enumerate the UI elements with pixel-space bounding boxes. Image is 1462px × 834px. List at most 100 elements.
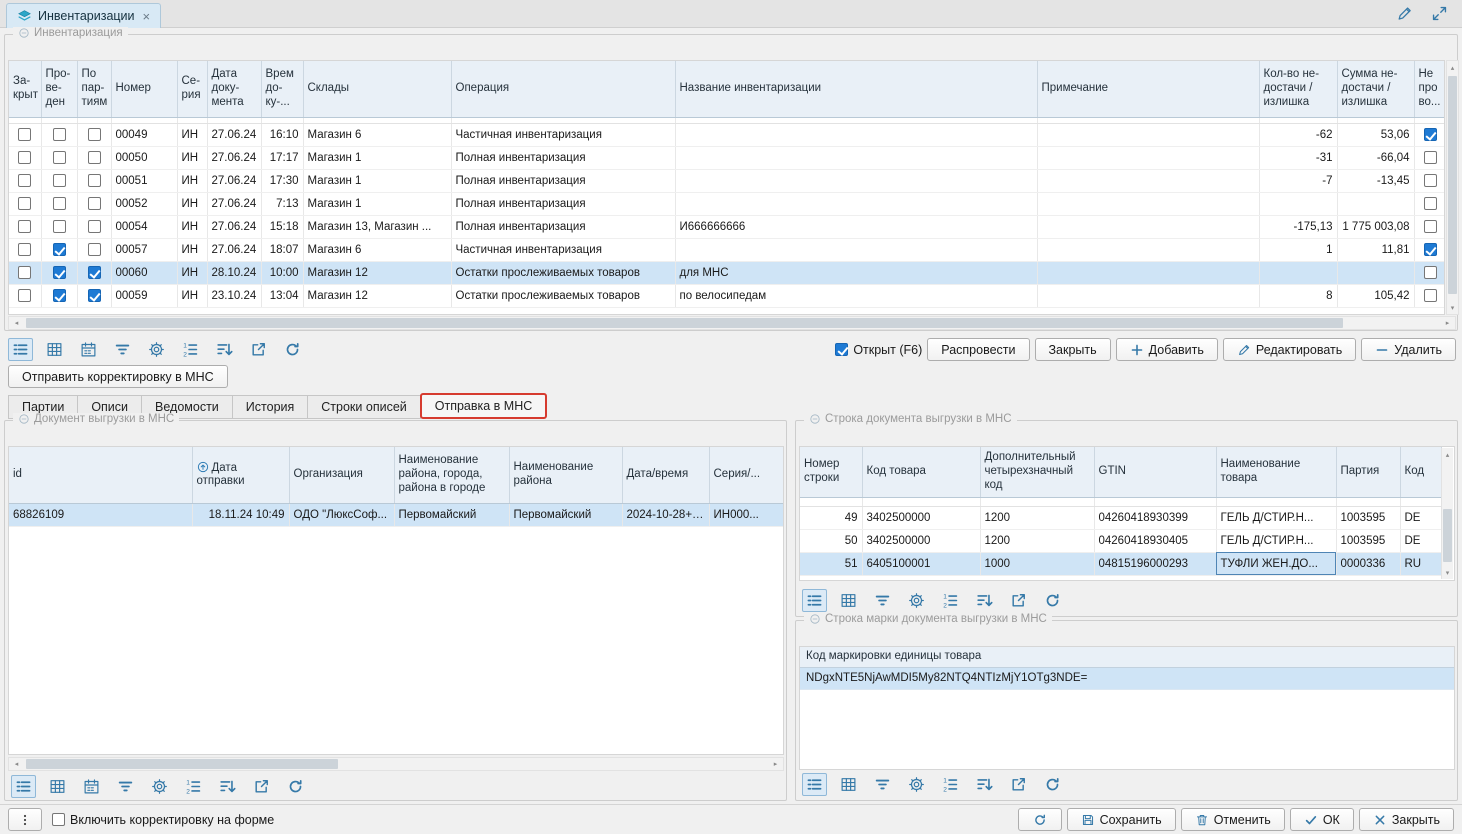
cell-number[interactable]: 00049 — [111, 123, 177, 146]
filter-button[interactable] — [870, 589, 895, 612]
column-header-org[interactable]: Организация — [289, 447, 394, 503]
closed-checkbox[interactable] — [18, 289, 31, 302]
cell-doc_time[interactable]: 17:17 — [261, 146, 303, 169]
settings-button[interactable] — [904, 773, 929, 796]
table-row[interactable]: 493402500000120004260418930399ГЕЛЬ Д/СТИ… — [800, 506, 1441, 529]
cell-operation[interactable]: Остатки прослеживаемых товаров — [451, 284, 675, 307]
cell-inv_name[interactable]: И666666666 — [675, 215, 1037, 238]
unpost-button[interactable]: Распровести — [927, 338, 1029, 361]
cell-country_code[interactable]: DE — [1400, 506, 1441, 529]
cell-org[interactable]: ОДО "ЛюксСоф... — [289, 503, 394, 526]
closed-checkbox[interactable] — [18, 266, 31, 279]
column-header-gtin[interactable]: GTIN — [1094, 447, 1216, 497]
cell-gtin[interactable]: 04260418930399 — [1094, 506, 1216, 529]
not_conducted-checkbox[interactable] — [1424, 289, 1437, 302]
cell-doc_date[interactable]: 27.06.24 — [207, 215, 261, 238]
table-view-button[interactable] — [836, 589, 861, 612]
table-row[interactable]: 00051ИН27.06.2417:30Магазин 1Полная инве… — [9, 169, 1445, 192]
cell-number[interactable]: 00059 — [111, 284, 177, 307]
cell-warehouses[interactable]: Магазин 12 — [303, 261, 451, 284]
conducted-checkbox[interactable] — [53, 151, 66, 164]
delete-button[interactable]: Удалить — [1361, 338, 1456, 361]
cell-series[interactable]: ИН — [177, 261, 207, 284]
table-row[interactable]: 503402500000120004260418930405ГЕЛЬ Д/СТИ… — [800, 529, 1441, 552]
table-view-button[interactable] — [45, 775, 70, 798]
not_conducted-checkbox[interactable] — [1424, 197, 1437, 210]
ok-button[interactable]: ОК — [1290, 808, 1354, 831]
cell-district_full[interactable]: Первомайский — [394, 503, 509, 526]
cell-inv_name[interactable] — [675, 192, 1037, 215]
cell-extra_code[interactable]: 1000 — [980, 552, 1094, 575]
cell-country_code[interactable]: RU — [1400, 552, 1441, 575]
cell-note[interactable] — [1037, 284, 1259, 307]
by_batches-checkbox[interactable] — [88, 174, 101, 187]
column-header-extra_code[interactable]: Дополнительный четырехзначный код — [980, 447, 1094, 497]
collapse-icon[interactable] — [18, 27, 30, 39]
cell-warehouses[interactable]: Магазин 6 — [303, 238, 451, 261]
cell-batch[interactable]: 0000336 — [1336, 552, 1400, 575]
numbered-list-button[interactable]: 12 — [938, 589, 963, 612]
cell-district[interactable]: Первомайский — [509, 503, 622, 526]
scrollbar-thumb[interactable] — [26, 318, 1343, 328]
cell-gtin[interactable]: 04815196000293 — [1094, 552, 1216, 575]
export-button[interactable] — [249, 775, 274, 798]
cell-note[interactable] — [1037, 169, 1259, 192]
column-header-series[interactable]: Се- рия — [177, 61, 207, 117]
column-header-closed[interactable]: За- крыт — [9, 61, 41, 117]
cell-shortage_qty[interactable]: -7 — [1259, 169, 1337, 192]
column-header-warehouses[interactable]: Склады — [303, 61, 451, 117]
sort-button[interactable] — [972, 589, 997, 612]
marking-code-row[interactable]: NDgxNTE5NjAwMDI5My82NTQ4NTIzMjY1OTg3NDE= — [800, 668, 1454, 690]
column-header-by_batches[interactable]: По пар- тиям — [77, 61, 111, 117]
cell-extra_code[interactable]: 1200 — [980, 506, 1094, 529]
cell-operation[interactable]: Полная инвентаризация — [451, 192, 675, 215]
table-row[interactable]: 00052ИН27.06.247:13Магазин 1Полная инвен… — [9, 192, 1445, 215]
cell-doc_time[interactable]: 7:13 — [261, 192, 303, 215]
cell-operation[interactable]: Полная инвентаризация — [451, 169, 675, 192]
calendar-button[interactable] — [76, 338, 101, 361]
cell-gtin[interactable]: 04260418930405 — [1094, 529, 1216, 552]
cell-shortage_sum[interactable]: 11,81 — [1337, 238, 1414, 261]
column-header-series[interactable]: Серия/... — [709, 447, 784, 503]
cell-warehouses[interactable]: Магазин 12 — [303, 284, 451, 307]
cell-product_code[interactable]: 3402500000 — [862, 506, 980, 529]
by_batches-checkbox[interactable] — [88, 197, 101, 210]
sort-button[interactable] — [215, 775, 240, 798]
cell-shortage_qty[interactable]: -175,13 — [1259, 215, 1337, 238]
cell-series[interactable]: ИН — [177, 169, 207, 192]
by_batches-checkbox[interactable] — [88, 128, 101, 141]
by_batches-checkbox[interactable] — [88, 289, 101, 302]
column-header-id[interactable]: id — [9, 447, 192, 503]
vertical-scrollbar[interactable]: ▴ ▾ — [1446, 60, 1459, 315]
scroll-right-arrow[interactable]: ▸ — [768, 758, 783, 770]
conducted-checkbox[interactable] — [53, 289, 66, 302]
cell-shortage_sum[interactable] — [1337, 261, 1414, 284]
scroll-left-arrow[interactable]: ◂ — [9, 758, 24, 770]
cell-note[interactable] — [1037, 192, 1259, 215]
cell-doc_time[interactable]: 16:10 — [261, 123, 303, 146]
cell-number[interactable]: 00051 — [111, 169, 177, 192]
refresh-button[interactable] — [1040, 773, 1065, 796]
column-header-not_conducted[interactable]: Не про во... — [1414, 61, 1445, 117]
cell-doc_time[interactable]: 10:00 — [261, 261, 303, 284]
table-row[interactable]: 00059ИН23.10.2413:04Магазин 12Остатки пр… — [9, 284, 1445, 307]
settings-button[interactable] — [147, 775, 172, 798]
cell-series[interactable]: ИН — [177, 215, 207, 238]
edit-button[interactable]: Редактировать — [1223, 338, 1356, 361]
cell-product_name[interactable]: ГЕЛЬ Д/СТИР.Н... — [1216, 506, 1336, 529]
cell-doc_date[interactable]: 27.06.24 — [207, 146, 261, 169]
not_conducted-checkbox[interactable] — [1424, 220, 1437, 233]
cell-note[interactable] — [1037, 261, 1259, 284]
cell-number[interactable]: 00057 — [111, 238, 177, 261]
refresh-button[interactable] — [1018, 808, 1062, 831]
close-button[interactable]: Закрыть — [1359, 808, 1454, 831]
cell-operation[interactable]: Полная инвентаризация — [451, 146, 675, 169]
cell-doc_date[interactable]: 28.10.24 — [207, 261, 261, 284]
cell-id[interactable]: 68826109 — [9, 503, 192, 526]
column-header-batch[interactable]: Партия — [1336, 447, 1400, 497]
cell-doc_time[interactable]: 13:04 — [261, 284, 303, 307]
scroll-down-arrow[interactable]: ▾ — [1442, 566, 1453, 579]
not_conducted-checkbox[interactable] — [1424, 174, 1437, 187]
cell-note[interactable] — [1037, 215, 1259, 238]
cell-note[interactable] — [1037, 123, 1259, 146]
